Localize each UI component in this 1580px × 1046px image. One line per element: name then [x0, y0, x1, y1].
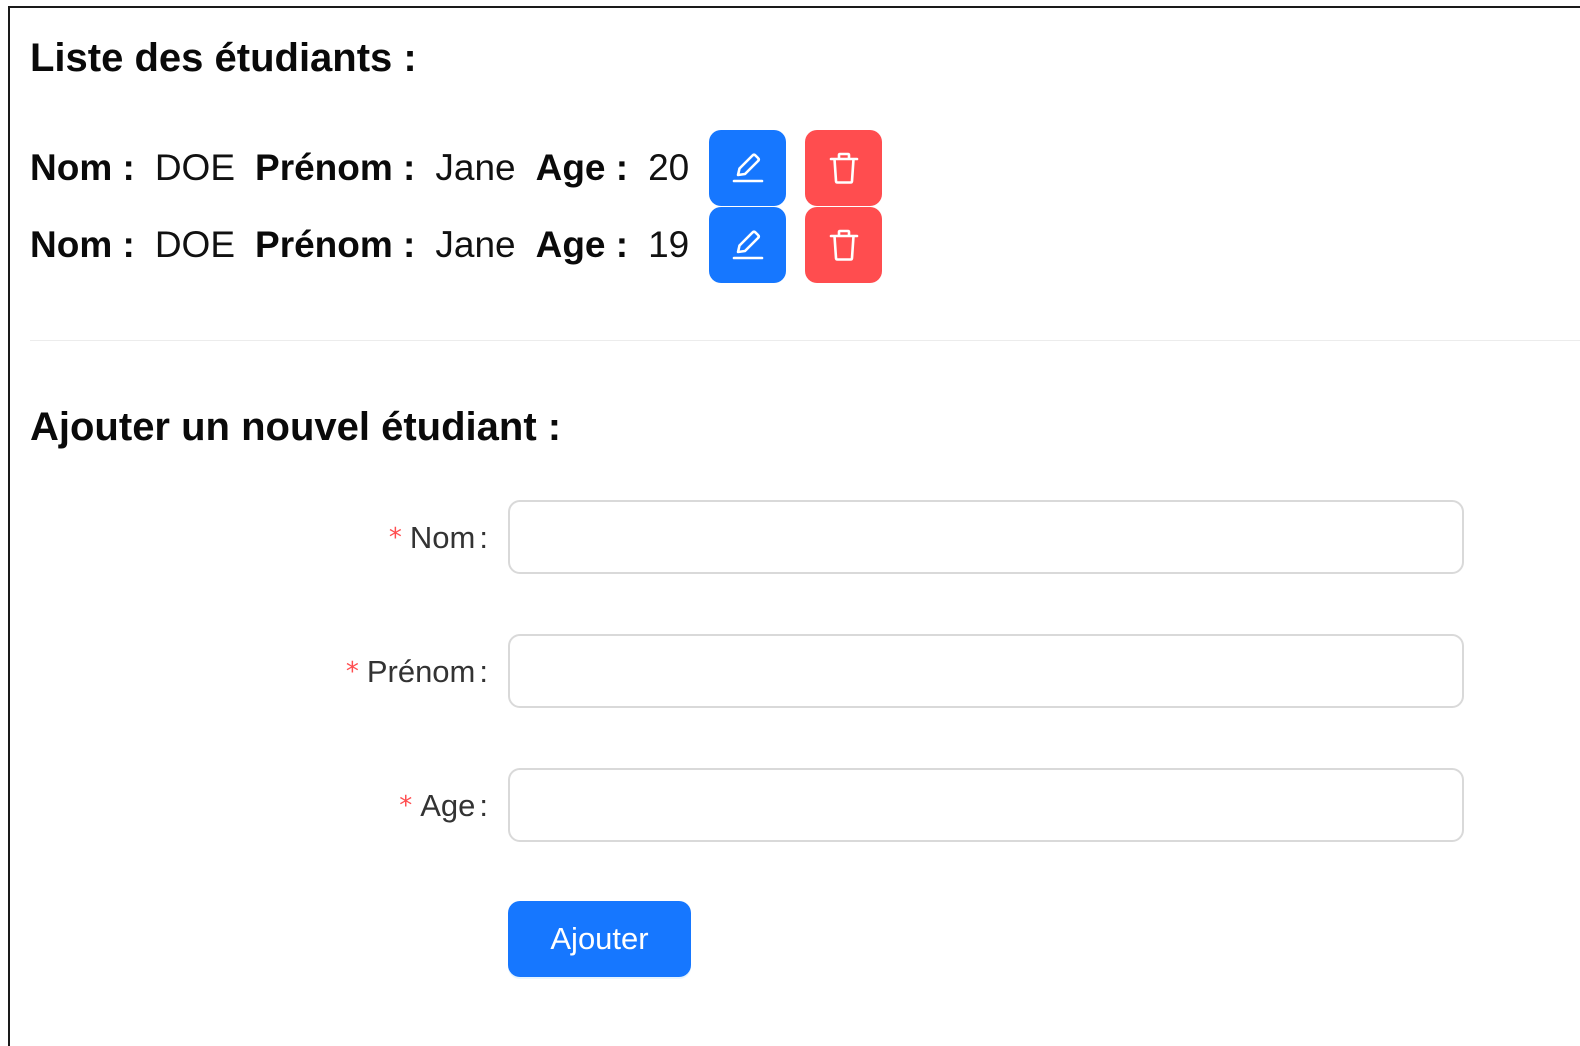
delete-icon [829, 229, 859, 261]
age-value: 19 [648, 224, 690, 265]
section-divider [30, 340, 1580, 341]
form-item-nom: * Nom : [0, 500, 1580, 576]
add-student-button[interactable]: Ajouter [508, 901, 691, 977]
student-list-title: Liste des étudiants : [30, 36, 417, 80]
field-label-text: Nom [409, 520, 476, 555]
delete-student-button[interactable] [805, 207, 883, 283]
nom-value: DOE [154, 147, 236, 188]
delete-student-button[interactable] [805, 130, 883, 206]
nom-value: DOE [154, 224, 236, 265]
edit-icon [732, 153, 764, 183]
form-item-age: * Age : [0, 768, 1580, 844]
prenom-label: Prénom : [255, 147, 416, 188]
field-label-text: Age [420, 788, 476, 823]
student-row: Nom : DOE Prénom : Jane Age : 19 [30, 207, 883, 283]
field-label-text: Prénom [366, 654, 476, 689]
field-label-colon: : [479, 788, 488, 823]
field-label-colon: : [479, 654, 488, 689]
required-mark: * [345, 657, 359, 687]
prenom-value: Jane [435, 224, 516, 265]
add-student-title: Ajouter un nouvel étudiant : [30, 405, 562, 449]
student-row: Nom : DOE Prénom : Jane Age : 20 [30, 130, 883, 206]
prenom-input[interactable] [508, 634, 1464, 708]
required-mark: * [399, 791, 413, 821]
field-label-colon: : [479, 520, 488, 555]
age-input[interactable] [508, 768, 1464, 842]
age-label: Age : [535, 224, 629, 265]
delete-icon [829, 152, 859, 184]
prenom-field-label: * Prénom : [346, 634, 488, 710]
prenom-label: Prénom : [255, 224, 416, 265]
nom-field-label: * Nom : [389, 500, 488, 576]
age-label: Age : [535, 147, 629, 188]
edit-student-button[interactable] [709, 207, 787, 283]
nom-input[interactable] [508, 500, 1464, 574]
age-field-label: * Age : [399, 768, 488, 844]
nom-label: Nom : [30, 224, 135, 265]
required-mark: * [388, 523, 402, 553]
nom-label: Nom : [30, 147, 135, 188]
prenom-value: Jane [435, 147, 516, 188]
form-item-prenom: * Prénom : [0, 634, 1580, 710]
edit-student-button[interactable] [709, 130, 787, 206]
edit-icon [732, 230, 764, 260]
age-value: 20 [648, 147, 690, 188]
